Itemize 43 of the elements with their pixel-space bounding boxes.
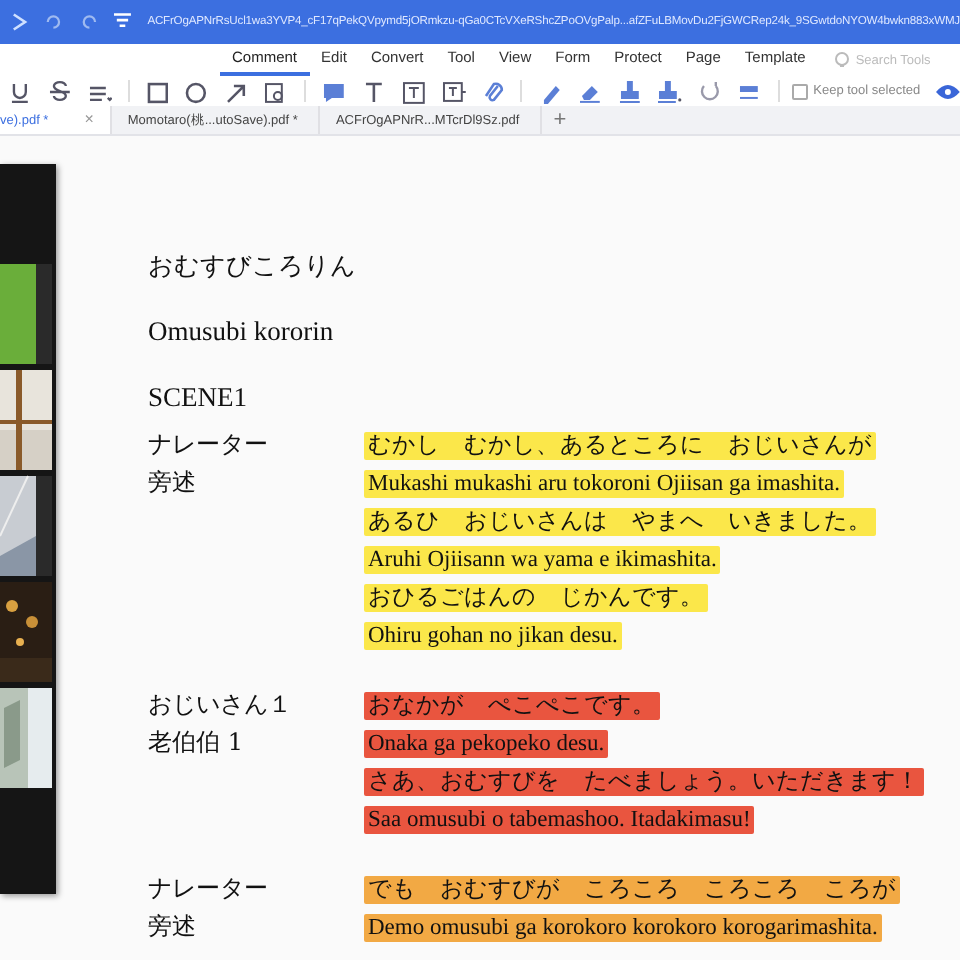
scene-heading: SCENE1	[148, 382, 250, 416]
speaker-name: ナレーター	[148, 428, 270, 462]
redo-icon[interactable]	[79, 12, 99, 32]
document-title: おむすびころりん	[148, 250, 358, 284]
highlighted-text: あるひ おじいさんは やまへ いきました。	[364, 508, 876, 536]
textbox-icon[interactable]	[401, 79, 426, 103]
callout-icon[interactable]	[441, 79, 466, 103]
highlighted-text: むかし むかし、あるところに おじいさんが	[364, 432, 876, 460]
speaker-translation: 老伯伯 1	[148, 726, 245, 760]
circle-icon[interactable]	[184, 79, 209, 103]
play-icon[interactable]	[10, 12, 29, 32]
stamp-icon[interactable]	[618, 79, 643, 103]
lightbulb-icon	[833, 52, 850, 70]
highlighted-text: でも おむすびが ころころ ころころ ころが	[364, 876, 900, 904]
highlighted-text: さあ、おむすびを たべましょう。いただきます！	[364, 768, 924, 796]
strikethrough-icon[interactable]	[47, 79, 72, 103]
stamp-menu-icon[interactable]	[658, 79, 682, 103]
highlighted-text: おなかが ぺこぺこです。	[364, 692, 660, 720]
shapes-icon[interactable]	[264, 79, 289, 103]
speaker-name: ナレーター	[148, 872, 270, 906]
speaker-translation: 旁述	[148, 466, 198, 500]
highlighted-text: Onaka ga pekopeko desu.	[364, 729, 609, 757]
note-icon[interactable]	[322, 79, 346, 103]
document-subtitle: Omusubi kororin	[148, 316, 336, 350]
checkbox[interactable]	[791, 83, 808, 99]
highlighted-text: Mukashi mukashi aru tokoroni Ojiisan ga imashita.	[364, 469, 845, 497]
underline-icon[interactable]	[8, 79, 32, 103]
undo-icon[interactable]	[44, 12, 64, 32]
rotate-icon[interactable]	[697, 79, 722, 103]
highlighted-text: Saa omusubi o tabemashoo. Itadakimasu!	[364, 805, 755, 833]
speaker-translation: 旁述	[148, 910, 198, 944]
funnel-icon[interactable]	[114, 12, 132, 32]
speaker-name: おじいさん１	[148, 688, 294, 722]
highlighted-text: Ohiru gohan no jikan desu.	[364, 621, 622, 649]
arrow-icon[interactable]	[224, 79, 249, 103]
square-icon[interactable]	[145, 79, 169, 103]
text-icon[interactable]	[361, 79, 386, 103]
highlighted-text: Aruhi Ojiisann wa yama e ikimashita.	[364, 545, 721, 573]
paperclip-icon[interactable]	[481, 79, 505, 103]
highlighted-text: おひるごはんの じかんです。	[364, 584, 708, 612]
new-tab-button[interactable]: +	[541, 108, 579, 132]
eye-icon[interactable]	[936, 83, 960, 99]
highlighted-text: Demo omusubi ga korokoro korokoro korogarimashita.	[364, 913, 882, 941]
